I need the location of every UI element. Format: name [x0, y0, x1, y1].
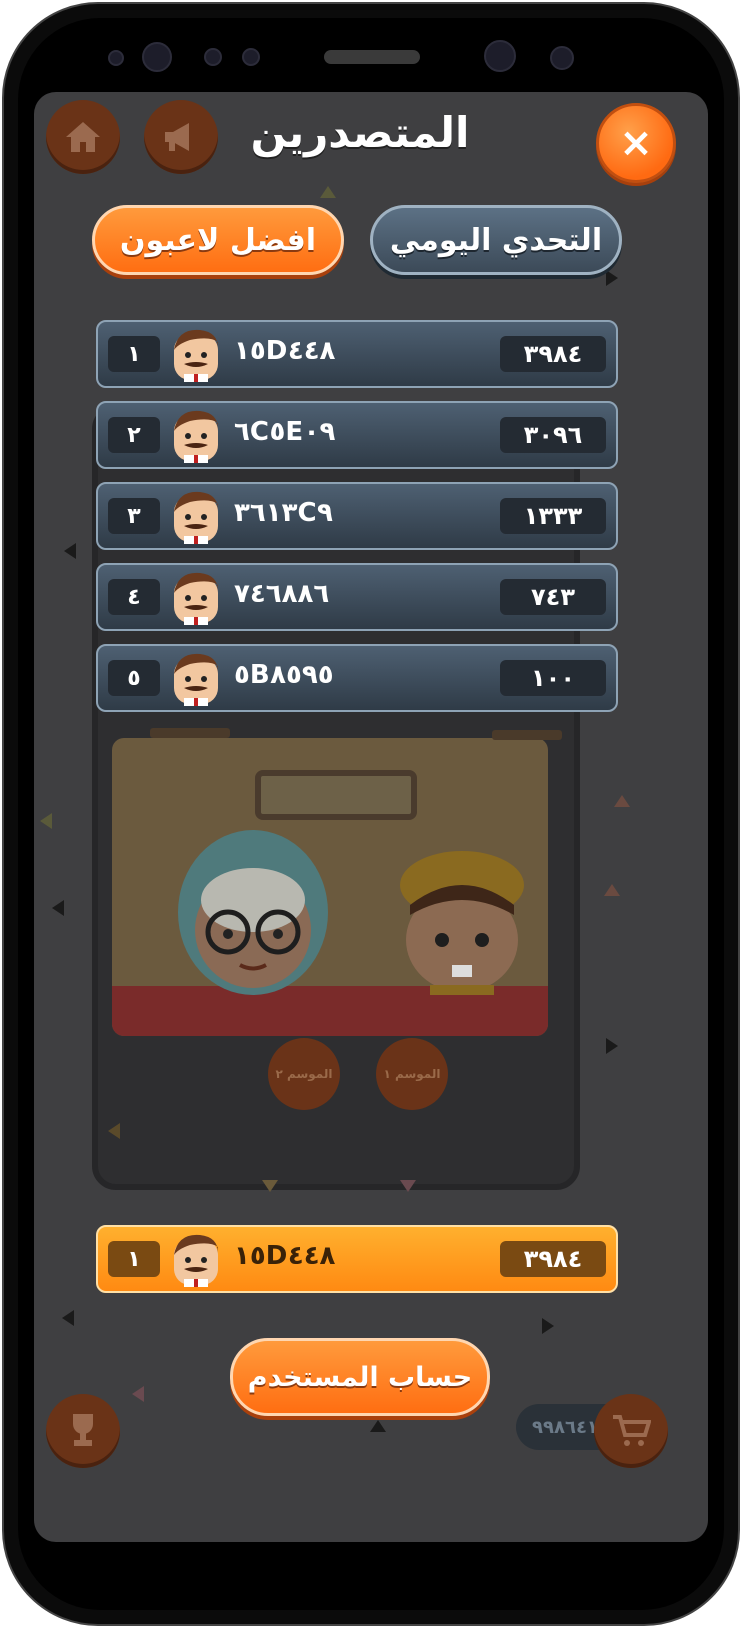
- confetti-triangle: [40, 813, 52, 829]
- season-2-button: الموسم ٢: [268, 1038, 340, 1110]
- user-account-button[interactable]: حساب المستخدم: [230, 1338, 490, 1416]
- shop-button: [594, 1394, 668, 1468]
- rank-badge: ١: [108, 1241, 160, 1277]
- player-name: ٣٦١٣C٩: [234, 498, 333, 528]
- rifle-frame: [255, 770, 417, 820]
- shelf: [492, 730, 562, 740]
- confetti-triangle: [400, 1180, 416, 1192]
- leaderboard-row: ٢ ٦C٥E٠٩ ٣٠٩٦: [96, 401, 618, 469]
- megaphone-icon: [165, 123, 189, 151]
- page-title: المتصدرين: [250, 108, 470, 157]
- boy-character: [390, 845, 535, 995]
- confetti-triangle: [614, 795, 630, 807]
- rank-badge: ٥: [108, 660, 160, 696]
- leaderboard-row: ٥ ٥B٨٥٩٥ ١٠٠: [96, 644, 618, 712]
- confetti-triangle: [132, 1386, 144, 1402]
- home-button[interactable]: [46, 100, 120, 174]
- current-player-row: ١ ١٥D٤٤٨ ٣٩٨٤: [96, 1225, 618, 1293]
- player-score: ٣٩٨٤: [500, 1241, 606, 1277]
- confetti-triangle: [606, 1038, 618, 1054]
- confetti-triangle: [370, 1420, 386, 1432]
- leaderboard-row: ١ ١٥D٤٤٨ ٣٩٨٤: [96, 320, 618, 388]
- confetti-triangle: [52, 900, 64, 916]
- leaderboard-row: ٤ ٧٤٦٨٨٦ ٧٤٣: [96, 563, 618, 631]
- rank-badge: ١: [108, 336, 160, 372]
- player-score: ١٠٠: [500, 660, 606, 696]
- rank-badge: ٣: [108, 498, 160, 534]
- close-button[interactable]: ×: [596, 103, 676, 183]
- avatar: [174, 1234, 218, 1287]
- sensor-dot: [242, 48, 260, 66]
- home-icon: [66, 122, 100, 152]
- avatar: [174, 410, 218, 463]
- front-camera: [142, 42, 172, 72]
- player-score: ٣٩٨٤: [500, 336, 606, 372]
- avatar: [174, 329, 218, 382]
- player-score: ٧٤٣: [500, 579, 606, 615]
- tab-daily-challenge[interactable]: التحدي اليومي: [370, 205, 622, 275]
- avatar: [174, 653, 218, 706]
- player-name: ٦C٥E٠٩: [234, 417, 336, 447]
- sensor-dot: [204, 48, 222, 66]
- rank-badge: ٤: [108, 579, 160, 615]
- sensor-dot: [108, 50, 124, 66]
- confetti-triangle: [542, 1318, 554, 1334]
- player-score: ٣٠٩٦: [500, 417, 606, 453]
- phone-speaker: [324, 50, 420, 64]
- player-score: ١٣٣٣: [500, 498, 606, 534]
- confetti-triangle: [604, 884, 620, 896]
- shelf: [150, 728, 230, 738]
- avatar: [174, 491, 218, 544]
- player-name: ١٥D٤٤٨: [234, 336, 336, 366]
- sensor-dot: [550, 46, 574, 70]
- confetti-triangle: [64, 543, 76, 559]
- grandma-character: [178, 830, 328, 995]
- confetti-triangle: [320, 186, 336, 198]
- player-name: ١٥D٤٤٨: [234, 1241, 336, 1271]
- confetti-triangle: [606, 270, 618, 286]
- iris-camera: [484, 40, 516, 72]
- player-name: ٥B٨٥٩٥: [234, 660, 334, 690]
- trophy-button: [46, 1394, 120, 1468]
- season-1-button: الموسم ١: [376, 1038, 448, 1110]
- confetti-triangle: [108, 1123, 120, 1139]
- cart-icon: [613, 1415, 651, 1446]
- close-icon: ×: [619, 120, 653, 166]
- leaderboard-row: ٣ ٣٦١٣C٩ ١٣٣٣: [96, 482, 618, 550]
- avatar: [174, 572, 218, 625]
- trophy-icon: [73, 1414, 93, 1446]
- player-name: ٧٤٦٨٨٦: [234, 579, 330, 609]
- confetti-triangle: [262, 1180, 278, 1192]
- tab-top-players[interactable]: افضل لاعبون: [92, 205, 344, 275]
- confetti-triangle: [62, 1310, 74, 1326]
- rank-badge: ٢: [108, 417, 160, 453]
